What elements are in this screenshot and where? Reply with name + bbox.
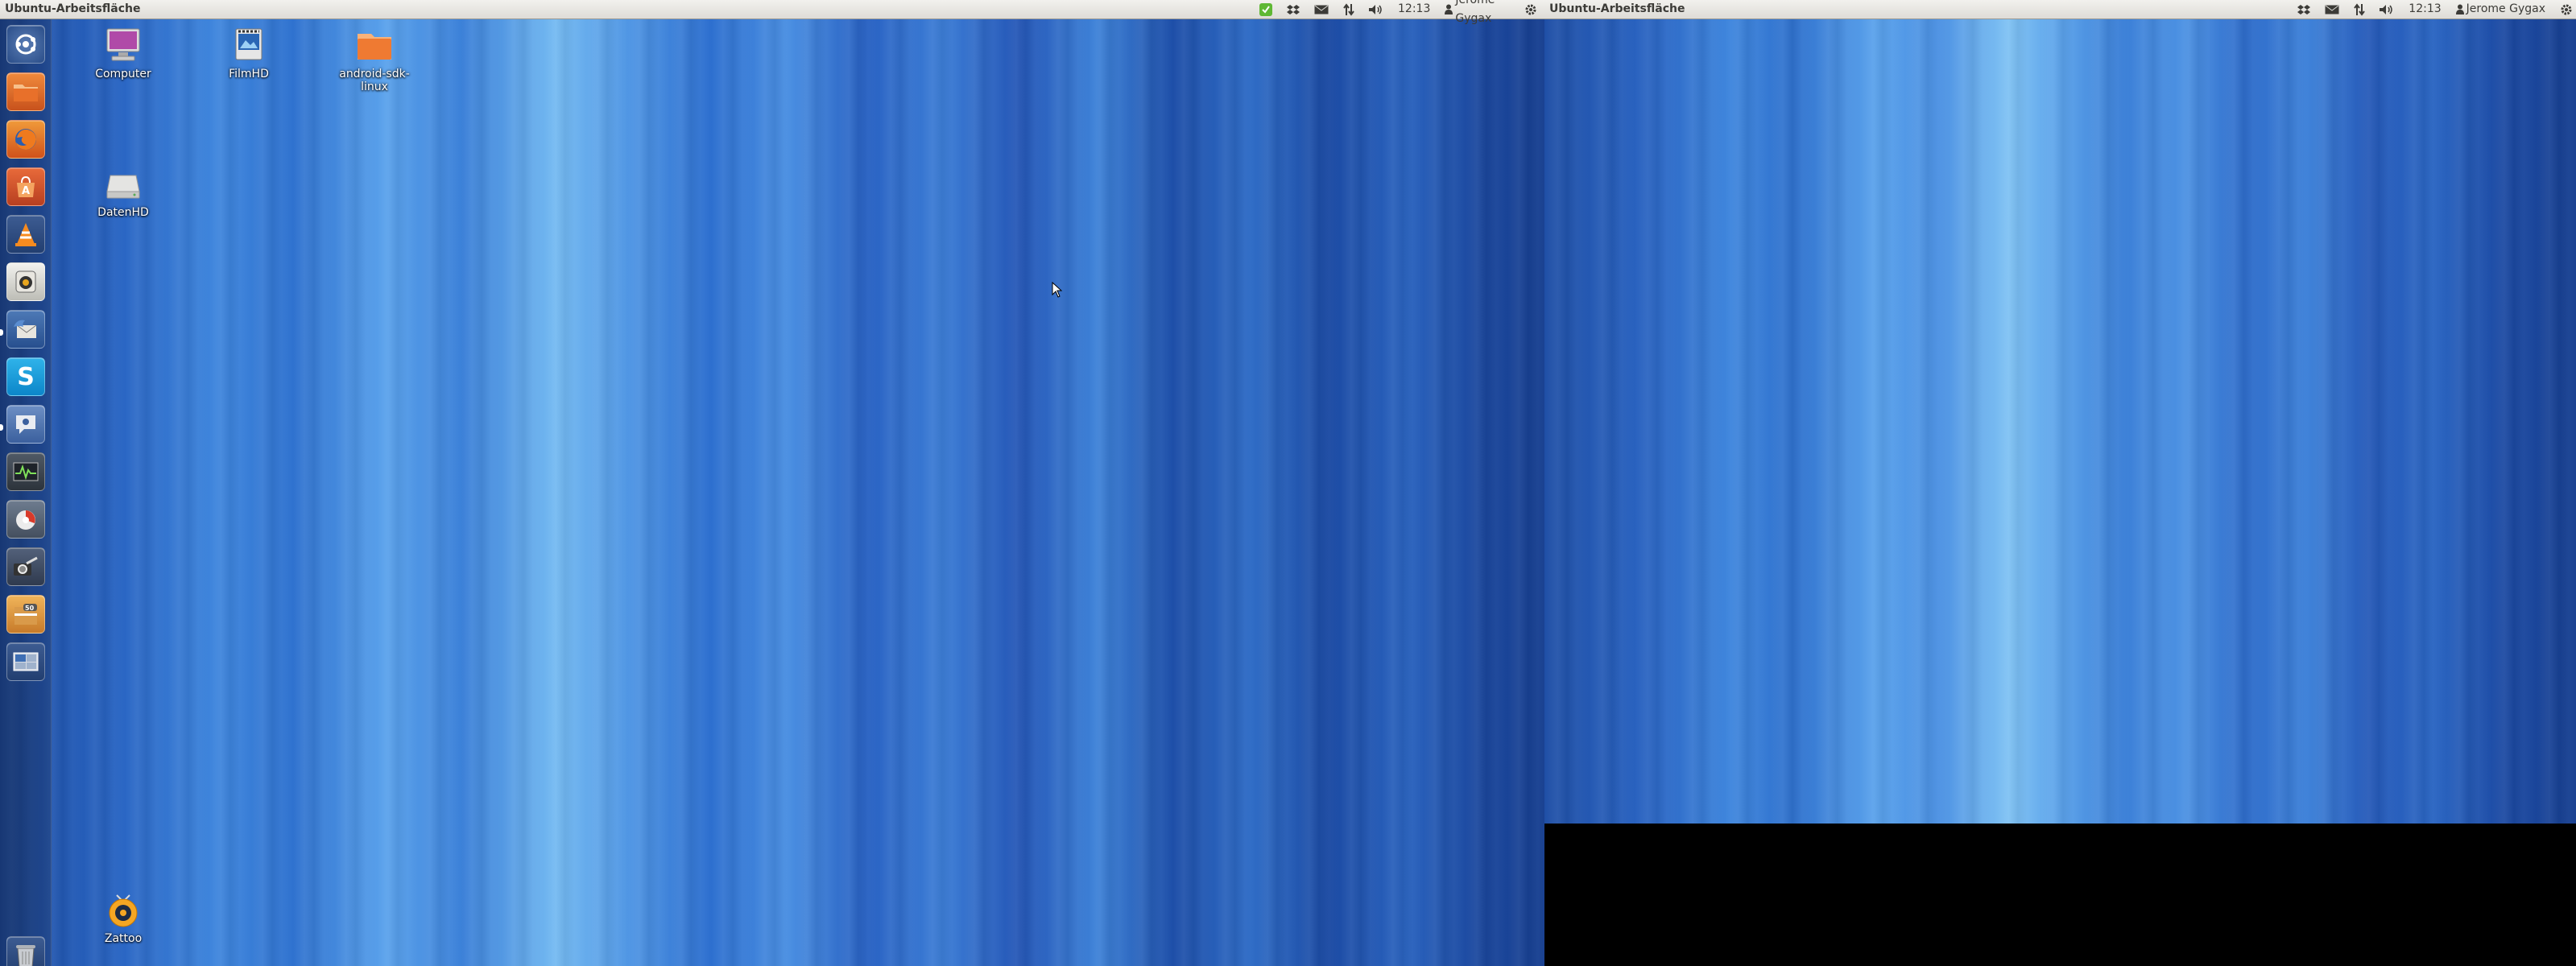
desktop-item-computer[interactable]: Computer (79, 26, 167, 80)
clock[interactable]: 12:13 (2409, 0, 2441, 19)
film-folder-icon (229, 26, 268, 64)
skype-icon[interactable]: S (6, 357, 45, 396)
mail-icon[interactable] (2325, 0, 2339, 19)
dropbox-icon[interactable] (2297, 0, 2311, 19)
files-icon[interactable] (6, 72, 45, 111)
top-panel: Ubuntu-Arbeitsfläche 12:13 Jerome Gygax (0, 0, 1544, 25)
image-viewer-icon[interactable] (6, 547, 45, 586)
workspace-switcher-icon[interactable] (6, 642, 45, 681)
svg-text:A: A (22, 185, 30, 197)
desktop-item-label: FilmHD (229, 68, 269, 80)
thunderbird-icon[interactable] (6, 310, 45, 349)
top-panel: Ubuntu-Arbeitsfläche 12:13 Jerome Gygax (1544, 0, 2576, 19)
mouse-pointer-icon (1052, 281, 1063, 301)
disk-usage-icon[interactable] (6, 500, 45, 539)
volume-icon[interactable] (2380, 0, 2394, 19)
indicator-tray: 12:13 Jerome Gygax (2290, 0, 2576, 19)
session-gear-icon[interactable] (2560, 0, 2573, 19)
desktop-item-label: Zattoo (104, 932, 143, 945)
empathy-icon[interactable] (6, 405, 45, 444)
user-icon[interactable] (2455, 0, 2464, 19)
user-name[interactable]: Jerome Gygax (2466, 0, 2545, 19)
zattoo-icon (104, 890, 143, 929)
network-icon[interactable] (1343, 0, 1354, 19)
drive-icon (104, 164, 143, 203)
desktop-item-datenhd[interactable]: DatenHD (79, 164, 167, 219)
panel-title: Ubuntu-Arbeitsfläche (5, 2, 141, 15)
running-app-indicator (0, 329, 3, 336)
mail-icon[interactable] (1314, 0, 1329, 19)
running-app-indicator (0, 424, 3, 431)
left-monitor: Ubuntu-Arbeitsfläche 12:13 Jerome Gygax (0, 0, 1544, 966)
user-name[interactable]: Jerome Gygax (1455, 0, 1510, 28)
network-icon[interactable] (2354, 0, 2366, 19)
desktop-item-android-sdk-linux[interactable]: android-sdk-linux (330, 26, 419, 93)
desktop-wallpaper (0, 0, 1544, 966)
computer-icon (104, 26, 143, 64)
right-monitor: Ubuntu-Arbeitsfläche 12:13 Jerome Gygax (1544, 0, 2576, 966)
desktop-item-label: Computer (95, 68, 151, 80)
session-gear-icon[interactable] (1524, 0, 1537, 19)
unrendered-screen-area (1544, 824, 2576, 966)
desktop-item-label: android-sdk-linux (339, 68, 410, 93)
desktop-item-zattoo[interactable]: Zattoo (79, 890, 167, 945)
update-check-icon[interactable] (1259, 0, 1272, 19)
desktop-item-filmhd[interactable]: FilmHD (205, 26, 293, 80)
launcher-count-badge: 50 (25, 605, 35, 612)
folder-icon (355, 26, 394, 64)
clock[interactable]: 12:13 (1398, 0, 1430, 19)
desktop-item-label: DatenHD (97, 206, 149, 219)
dropbox-icon[interactable] (1287, 0, 1300, 19)
system-monitor-icon[interactable] (6, 452, 45, 491)
dash-home-icon[interactable] (6, 25, 45, 64)
rhythmbox-icon[interactable] (6, 262, 45, 301)
trash-icon[interactable] (6, 936, 45, 966)
indicator-tray: 12:13 Jerome Gygax (1252, 0, 1544, 25)
software-center-icon[interactable]: A (6, 167, 45, 206)
volume-icon[interactable] (1369, 0, 1383, 19)
unity-launcher: A S 50 (0, 19, 52, 966)
panel-title: Ubuntu-Arbeitsfläche (1549, 2, 1685, 15)
desktop-wallpaper (1544, 0, 2576, 966)
archive-manager-icon[interactable]: 50 (6, 595, 45, 634)
vlc-icon[interactable] (6, 215, 45, 254)
user-icon[interactable] (1445, 0, 1453, 19)
firefox-icon[interactable] (6, 120, 45, 159)
